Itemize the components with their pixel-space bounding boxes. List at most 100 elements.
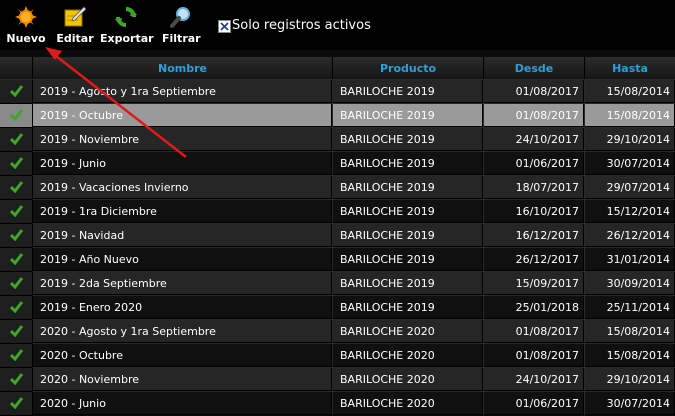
checkmark-icon: [10, 205, 23, 217]
cell-nombre: 2019 - Navidad: [33, 224, 332, 247]
cell-hasta: 30/09/2014: [585, 272, 675, 295]
cell-producto: BARILOCHE 2019: [333, 272, 483, 295]
cell-producto: BARILOCHE 2019: [333, 80, 483, 103]
checkmark-icon: [10, 373, 23, 385]
nuevo-button[interactable]: Nuevo: [6, 4, 46, 46]
cell-nombre: 2020 - Noviembre: [33, 368, 332, 391]
cell-hasta: 29/10/2014: [585, 128, 675, 151]
table-row[interactable]: 2020 - Octubre BARILOCHE 2020 01/08/2017 15…: [0, 344, 675, 368]
checkmark-icon: [10, 277, 23, 289]
cell-desde: 01/08/2017: [484, 104, 584, 127]
checkmark-icon: [10, 133, 23, 145]
checkmark-icon: [10, 157, 23, 169]
solo-activos-checkbox[interactable]: [218, 20, 231, 33]
row-check-cell[interactable]: [0, 152, 33, 176]
row-check-cell[interactable]: [0, 80, 33, 104]
table-row[interactable]: 2019 - Año Nuevo BARILOCHE 2019 26/12/2017…: [0, 248, 675, 272]
cell-hasta: 30/07/2014: [585, 392, 675, 415]
cell-producto: BARILOCHE 2019: [333, 296, 483, 319]
cell-nombre: 2020 - Octubre: [33, 344, 332, 367]
row-check-cell[interactable]: [0, 104, 33, 128]
row-check-cell[interactable]: [0, 296, 33, 320]
cell-producto: BARILOCHE 2019: [333, 200, 483, 223]
row-check-cell[interactable]: [0, 200, 33, 224]
header-producto[interactable]: Producto: [333, 57, 484, 79]
cell-producto: BARILOCHE 2019: [333, 104, 483, 127]
cell-nombre: 2019 - Vacaciones Invierno: [33, 176, 332, 199]
cell-nombre: 2019 - 1ra Diciembre: [33, 200, 332, 223]
row-check-cell[interactable]: [0, 224, 33, 248]
table-row[interactable]: 2020 - Agosto y 1ra Septiembre BARILOCHE …: [0, 320, 675, 344]
table-row[interactable]: 2019 - Navidad BARILOCHE 2019 16/12/2017 26…: [0, 224, 675, 248]
table-row[interactable]: 2019 - Noviembre BARILOCHE 2019 24/10/2017…: [0, 128, 675, 152]
cell-producto: BARILOCHE 2019: [333, 152, 483, 175]
cell-desde: 15/09/2017: [484, 272, 584, 295]
cell-hasta: 25/11/2014: [585, 296, 675, 319]
table-row[interactable]: 2019 - Vacaciones Invierno BARILOCHE 2019…: [0, 176, 675, 200]
table-row[interactable]: 2020 - Noviembre BARILOCHE 2020 24/10/2017…: [0, 368, 675, 392]
cell-nombre: 2019 - Agosto y 1ra Septiembre: [33, 80, 332, 103]
refresh-icon: [115, 7, 137, 27]
checkmark-icon: [10, 325, 23, 337]
cell-hasta: 30/07/2014: [585, 152, 675, 175]
cell-hasta: 31/01/2014: [585, 248, 675, 271]
header-hasta[interactable]: Hasta: [585, 57, 675, 79]
cell-desde: 26/12/2017: [484, 248, 584, 271]
solo-activos-label: Solo registros activos: [232, 18, 371, 33]
header-nombre[interactable]: Nombre: [33, 57, 333, 79]
row-check-cell[interactable]: [0, 128, 33, 152]
cell-hasta: 26/12/2014: [585, 224, 675, 247]
exportar-label: Exportar: [100, 32, 154, 45]
filtrar-label: Filtrar: [162, 32, 201, 45]
table-row[interactable]: 2019 - 1ra Diciembre BARILOCHE 2019 16/10/…: [0, 200, 675, 224]
cell-nombre: 2019 - Octubre: [33, 104, 332, 127]
row-check-cell[interactable]: [0, 176, 33, 200]
header-select[interactable]: [0, 57, 33, 79]
cell-producto: BARILOCHE 2019: [333, 128, 483, 151]
cell-desde: 18/07/2017: [484, 176, 584, 199]
checkmark-icon: [10, 85, 23, 97]
toolbar: Nuevo Editar Exportar Filtrar Solo regis…: [0, 0, 675, 50]
checkmark-icon: [10, 229, 23, 241]
checkmark-icon: [10, 109, 23, 121]
sun-icon: [15, 6, 37, 28]
cell-hasta: 29/07/2014: [585, 176, 675, 199]
editar-label: Editar: [56, 32, 94, 45]
nuevo-label: Nuevo: [6, 32, 46, 45]
header-desde[interactable]: Desde: [484, 57, 585, 79]
cell-producto: BARILOCHE 2020: [333, 392, 483, 415]
cell-desde: 01/06/2017: [484, 392, 584, 415]
exportar-button[interactable]: Exportar: [100, 4, 154, 46]
checkbox-x-icon: [220, 22, 229, 31]
row-check-cell[interactable]: [0, 392, 33, 416]
cell-desde: 16/12/2017: [484, 224, 584, 247]
table-row[interactable]: 2019 - Agosto y 1ra Septiembre BARILOCHE …: [0, 80, 675, 104]
cell-desde: 01/08/2017: [484, 80, 584, 103]
table-row[interactable]: 2019 - 2da Septiembre BARILOCHE 2019 15/09…: [0, 272, 675, 296]
cell-producto: BARILOCHE 2019: [333, 248, 483, 271]
checkmark-icon: [10, 301, 23, 313]
cell-nombre: 2019 - Junio: [33, 152, 332, 175]
filtrar-button[interactable]: Filtrar: [162, 4, 201, 46]
checkmark-icon: [10, 349, 23, 361]
checkmark-icon: [10, 181, 23, 193]
table-row[interactable]: 2019 - Junio BARILOCHE 2019 01/06/2017 30/0…: [0, 152, 675, 176]
cell-nombre: 2020 - Agosto y 1ra Septiembre: [33, 320, 332, 343]
row-check-cell[interactable]: [0, 368, 33, 392]
row-check-cell[interactable]: [0, 344, 33, 368]
cell-desde: 16/10/2017: [484, 200, 584, 223]
editar-button[interactable]: Editar: [56, 4, 94, 46]
cell-hasta: 15/12/2014: [585, 200, 675, 223]
cell-nombre: 2019 - Año Nuevo: [33, 248, 332, 271]
cell-hasta: 15/08/2014: [585, 344, 675, 367]
cell-producto: BARILOCHE 2020: [333, 344, 483, 367]
table-row[interactable]: 2019 - Octubre BARILOCHE 2019 01/08/2017 15…: [0, 104, 675, 128]
row-check-cell[interactable]: [0, 320, 33, 344]
table-row[interactable]: 2019 - Enero 2020 BARILOCHE 2019 25/01/201…: [0, 296, 675, 320]
table-row[interactable]: 2020 - Junio BARILOCHE 2020 01/06/2017 30/0…: [0, 392, 675, 416]
row-check-cell[interactable]: [0, 272, 33, 296]
row-check-cell[interactable]: [0, 248, 33, 272]
cell-desde: 01/08/2017: [484, 344, 584, 367]
cell-producto: BARILOCHE 2020: [333, 368, 483, 391]
cell-nombre: 2020 - Junio: [33, 392, 332, 415]
